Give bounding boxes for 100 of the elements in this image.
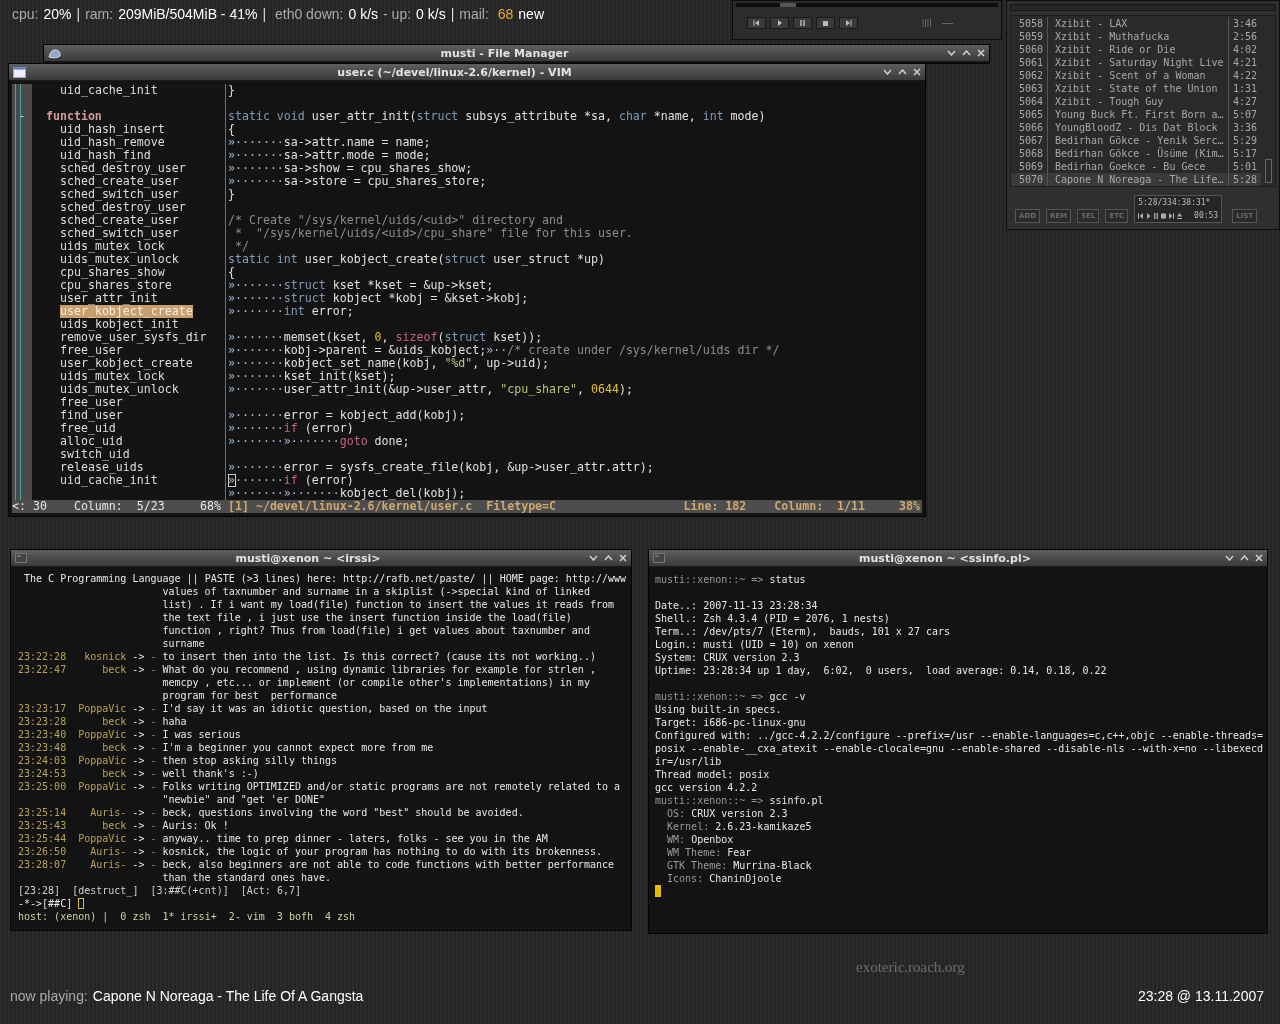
message-nick: PoppaVic (78, 780, 127, 794)
message-nick: PoppaVic (78, 754, 127, 767)
message-text: kosnick, the logic of your program has nothing to do with its brokenness. (162, 845, 603, 858)
file-manager-icon[interactable] (48, 47, 62, 59)
maximize-icon[interactable] (962, 50, 971, 56)
code-line: »·······sa->attr.name = name; (228, 136, 432, 149)
fold-marker[interactable]: - (12, 110, 32, 123)
tag-item[interactable]: uids_mutex_unlock (60, 253, 179, 266)
message-separator: - (149, 819, 158, 832)
tag-item[interactable]: user_kobject_create (60, 357, 193, 370)
playlist-row[interactable]: 5064 Xzibit - Tough Guy 4:27 (1011, 95, 1275, 108)
tag-item[interactable]: free_user (60, 344, 123, 357)
shell-prompt: musti::xenon::~ => (655, 795, 764, 806)
seek-thumb[interactable] (780, 3, 797, 7)
close-icon[interactable] (977, 49, 985, 57)
tag-item[interactable]: switch_uid (60, 448, 130, 461)
tag-item[interactable]: alloc_uid (60, 435, 123, 448)
play-button[interactable] (770, 17, 789, 29)
tag-item[interactable]: sched_switch_user (60, 188, 179, 201)
minimize-icon[interactable] (1225, 555, 1234, 561)
message-arrow: -> (132, 741, 145, 754)
playlist-row[interactable]: 5060 Xzibit - Ride or Die 4:02 (1011, 43, 1275, 56)
elapsed-time: 00:53 (1194, 211, 1219, 220)
playlist-row[interactable]: 5061 Xzibit - Saturday Night Live 4:21 (1011, 56, 1275, 69)
previous-button[interactable] (747, 17, 766, 29)
code-line: »·······sa->store = cpu_shares_store; (228, 175, 488, 188)
tag-item[interactable]: remove_user_sysfs_dir (60, 331, 207, 344)
scrollbar-thumb[interactable] (1265, 159, 1272, 183)
output-line: System: CRUX version 2.3 (655, 651, 801, 664)
message-text: beck, also beginners are not able to code functions with better performance than the standard ones have. (162, 858, 615, 884)
tag-item[interactable]: uid_cache_init (60, 84, 158, 97)
screen-window-item[interactable]: 1* irssi+ (162, 910, 217, 923)
tag-item[interactable]: uid_cache_init (60, 474, 158, 487)
tag-item[interactable]: uid_hash_insert (60, 123, 165, 136)
maximize-icon[interactable] (898, 69, 907, 75)
screen-window-item[interactable]: 4 zsh (325, 910, 356, 923)
tag-item[interactable]: sched_destroy_user (60, 201, 186, 214)
message-text: I'd say it was an idiotic question, based on the input (162, 702, 489, 715)
tag-item[interactable]: uids_mutex_unlock (60, 383, 179, 396)
playlist-row[interactable]: 5065 Young Buck Ft. First Born a… 5:07 (1011, 108, 1275, 121)
minimize-icon[interactable] (947, 50, 956, 56)
next-button[interactable] (839, 17, 858, 29)
playlist-row[interactable]: 5066 YoungBloodZ - Dis Dat Block 3:36 (1011, 121, 1275, 134)
maximize-icon[interactable] (1240, 555, 1249, 561)
info-key: Kernel: (655, 821, 710, 832)
message-nick: PoppaVic (78, 832, 127, 845)
tag-item[interactable]: user_attr_init (60, 292, 158, 305)
tag-item[interactable]: uids_mutex_lock (60, 370, 165, 383)
playlist-row[interactable]: 5070 Capone N Noreaga - The Life… 5:28 (1011, 173, 1261, 186)
close-icon[interactable] (1255, 554, 1263, 562)
code-line: } (228, 188, 236, 201)
tag-item[interactable]: uids_mutex_lock (60, 240, 165, 253)
tag-item[interactable]: sched_switch_user (60, 227, 179, 240)
playlist-row[interactable]: 5059 Xzibit - Muthafucka 2:56 (1011, 30, 1275, 43)
stop-button[interactable] (816, 17, 835, 29)
tag-item[interactable]: uid_hash_find (60, 149, 151, 162)
message-separator: - (149, 780, 158, 794)
window-icon[interactable] (13, 66, 26, 78)
status-text: | (262, 6, 267, 22)
close-icon[interactable] (619, 554, 627, 562)
screen-window-item[interactable]: 2- vim (228, 910, 265, 923)
minimize-icon[interactable] (589, 555, 598, 561)
tag-item[interactable]: cpu_shares_show (60, 266, 165, 279)
tag-item[interactable]: sched_create_user (60, 214, 179, 227)
tag-item[interactable]: sched_destroy_user (60, 162, 186, 175)
message-time: 23:22:47 (18, 663, 67, 677)
info-value: Murrina-Black (733, 860, 812, 871)
playlist-row[interactable]: 5067 Bedirhan Gökce - Yenik Serc… 5:29 (1011, 134, 1275, 147)
message-separator: - (149, 741, 158, 754)
minimize-icon[interactable] (883, 69, 892, 75)
tag-item[interactable]: cpu_shares_store (60, 279, 172, 292)
playlist-row[interactable]: 5058 Xzibit - LAX 3:46 (1011, 17, 1275, 30)
playlist-row[interactable]: 5062 Xzibit - Scent of a Woman 4:22 (1011, 69, 1275, 82)
tag-item[interactable]: release_uids (60, 461, 144, 474)
playlist-row[interactable]: 5068 Bedirhan Gökce - Üsüme (Kim… 5:17 (1011, 147, 1275, 160)
screen-window-item[interactable]: 0 zsh (120, 910, 151, 923)
tag-item[interactable]: free_uid (60, 422, 116, 435)
tag-item[interactable]: sched_create_user (60, 175, 179, 188)
code-line: »·······memset(kset, 0, sizeof(struct kset)); (228, 331, 544, 344)
status-text: 0 k/s (416, 6, 446, 22)
output-line: gcc version 4.2.2 (655, 781, 759, 794)
message-text: What do you recommend , using dynamic libraries for example for strlen , memcpy , etc... or implement (or compile other's implementations) in my program for best performance (162, 663, 597, 702)
playlist-row[interactable]: 5063 Xzibit - State of the Union 1:31 (1011, 82, 1275, 95)
code-line: } (228, 84, 236, 97)
shell-prompt: musti::xenon::~ => (655, 691, 764, 702)
tag-item[interactable]: free_user (60, 396, 123, 409)
playlist-row[interactable]: 5069 Bedirhan Goekce - Bu Gece 5:01 (1011, 160, 1275, 173)
close-icon[interactable] (913, 68, 921, 76)
maximize-icon[interactable] (604, 555, 613, 561)
track-title: Capone N Noreaga - The Life Of A Gangsta (92, 988, 364, 1004)
tag-item[interactable]: uids_kobject_init (60, 318, 179, 331)
message-nick: Auris- (90, 806, 127, 819)
status-text: cpu: (12, 6, 39, 22)
pause-button[interactable] (793, 17, 812, 29)
screen-window-item[interactable]: 3 bofh (276, 910, 313, 923)
tag-item[interactable]: uid_hash_remove (60, 136, 165, 149)
mini-controls-drawing[interactable] (1138, 212, 1183, 219)
window-title: musti - File Manager (439, 46, 570, 60)
status-text: ram: (85, 6, 114, 22)
tag-item[interactable]: find_user (60, 409, 123, 422)
